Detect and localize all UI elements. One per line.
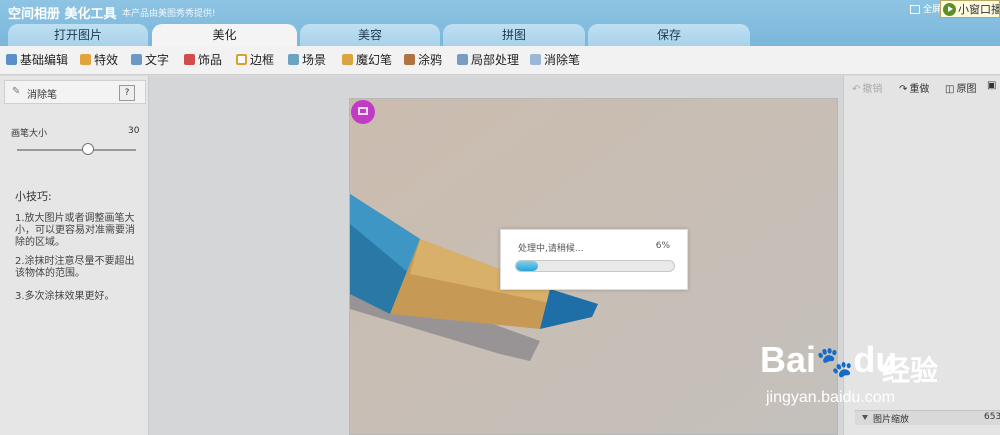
tool-effects[interactable]: 特效 — [80, 52, 118, 68]
app-subtitle: 本产品由美图秀秀提供! — [122, 9, 216, 19]
help-button[interactable]: ? — [119, 85, 135, 101]
processing-percent: 6% — [655, 241, 670, 251]
tab-open-image[interactable]: 打开图片 — [8, 24, 148, 46]
zoom-value: 653 — [984, 412, 1000, 422]
tool-label: 特效 — [94, 53, 119, 67]
fullscreen-toggle[interactable]: 全屏 — [910, 2, 941, 15]
scene-icon — [288, 54, 299, 65]
baidu-watermark: Bai🐾du 经验 jingyan.baidu.com — [760, 325, 1000, 415]
tool-label: 涂鸦 — [418, 53, 443, 67]
original-label: 原图 — [956, 84, 977, 95]
tool-label: 文字 — [145, 53, 170, 67]
redo-button[interactable]: ↷ 重做 — [899, 80, 929, 95]
processing-message: 处理中,请稍候... — [518, 244, 584, 254]
tool-label: 场景 — [302, 53, 327, 67]
tool-label: 局部处理 — [471, 53, 520, 67]
brush-size-slider-thumb[interactable] — [82, 143, 95, 155]
tip-item: 3.多次涂抹效果更好。 — [15, 291, 115, 302]
tool-label: 边框 — [250, 53, 275, 67]
tool-text[interactable]: 文字 — [131, 52, 169, 68]
tool-magic-pen[interactable]: 魔幻笔 — [342, 52, 392, 68]
tips-title: 小技巧: — [15, 190, 52, 203]
mini-window-label: 小窗口播 — [958, 3, 1000, 16]
header-bar: 空间相册 美化工具 本产品由美图秀秀提供! 全屏 小窗口播 打开图片 美化 美容… — [0, 0, 1000, 46]
tab-beautify[interactable]: 美化 — [152, 24, 297, 46]
bow-icon — [184, 54, 195, 65]
local-adjust-icon — [457, 54, 468, 65]
tip-item: 2.涂抹时注意尽量不要超出该物体的范围。 — [15, 256, 135, 279]
edit-icon — [6, 54, 17, 65]
original-button[interactable]: ◫ 原图 — [945, 80, 976, 95]
brush-icon — [404, 54, 415, 65]
watermark-url: jingyan.baidu.com — [766, 389, 895, 406]
paw-icon: 🐾 — [816, 346, 854, 379]
undo-icon: ↶ — [852, 84, 861, 95]
crop-icon[interactable] — [351, 100, 375, 124]
panel-header: ✎ 消除笔 ? — [4, 80, 146, 104]
fullscreen-icon — [910, 5, 920, 14]
main-tabs: 打开图片 美化 美容 拼图 保存 — [0, 24, 1000, 46]
progress-bar-fill — [516, 261, 539, 271]
zoom-panel-header[interactable]: 图片缩放 653 — [855, 410, 1000, 425]
undo-button[interactable]: ↶ 撤销 — [852, 80, 882, 95]
eraser-settings-panel: ✎ 消除笔 ? 画笔大小 30 小技巧: 1.放大图片或者调整画笔大小，可以更容… — [0, 76, 149, 435]
watermark-brand: Bai🐾du — [760, 339, 897, 381]
magic-wand-icon — [80, 54, 91, 65]
frame-icon — [236, 54, 247, 65]
tool-label: 魔幻笔 — [356, 53, 393, 67]
panel-title: 消除笔 — [27, 90, 57, 101]
tool-scene[interactable]: 场景 — [288, 52, 326, 68]
progress-bar — [515, 260, 675, 272]
watermark-brand-part: Bai — [760, 339, 817, 380]
extra-icon[interactable]: ▣ — [987, 80, 996, 91]
compare-icon: ◫ — [945, 84, 955, 95]
tip-item: 1.放大图片或者调整画笔大小，可以更容易对准需要消除的区域。 — [15, 213, 135, 248]
text-icon — [131, 54, 142, 65]
eraser-icon: ✎ — [12, 86, 21, 97]
chevron-down-icon — [862, 415, 868, 420]
mini-window-button[interactable]: 小窗口播 — [940, 0, 1000, 18]
redo-label: 重做 — [909, 84, 930, 95]
play-icon — [943, 3, 956, 16]
tab-save[interactable]: 保存 — [588, 24, 750, 46]
redo-icon: ↷ — [899, 84, 908, 95]
undo-label: 撤销 — [862, 84, 883, 95]
tab-beauty[interactable]: 美容 — [300, 24, 440, 46]
fullscreen-label: 全屏 — [923, 5, 942, 15]
tool-doodle[interactable]: 涂鸦 — [404, 52, 442, 68]
brush-size-value: 30 — [128, 126, 140, 136]
tool-label: 消除笔 — [544, 53, 581, 67]
tool-frame[interactable]: 边框 — [236, 52, 274, 68]
feature-toolbar: 基础编辑 特效 文字 饰品 边框 场景 魔幻笔 涂鸦 局部处理 消除笔 — [0, 46, 1000, 75]
tool-eraser-pen[interactable]: 消除笔 — [530, 52, 580, 68]
tab-collage[interactable]: 拼图 — [443, 24, 585, 46]
tool-label: 基础编辑 — [20, 53, 69, 67]
app-title: 空间相册 美化工具 — [8, 7, 117, 22]
magic-pen-icon — [342, 54, 353, 65]
tool-accessories[interactable]: 饰品 — [184, 52, 222, 68]
brush-size-label: 画笔大小 — [11, 129, 48, 139]
brush-size-slider[interactable] — [17, 149, 136, 151]
tool-local-adjust[interactable]: 局部处理 — [457, 52, 519, 68]
processing-dialog: 处理中,请稍候... 6% — [500, 229, 688, 290]
tool-label: 饰品 — [198, 53, 223, 67]
watermark-cn: 经验 — [882, 354, 939, 387]
eraser-pen-icon — [530, 54, 541, 65]
tool-basic-edit[interactable]: 基础编辑 — [6, 52, 68, 68]
zoom-label: 图片缩放 — [873, 415, 910, 425]
